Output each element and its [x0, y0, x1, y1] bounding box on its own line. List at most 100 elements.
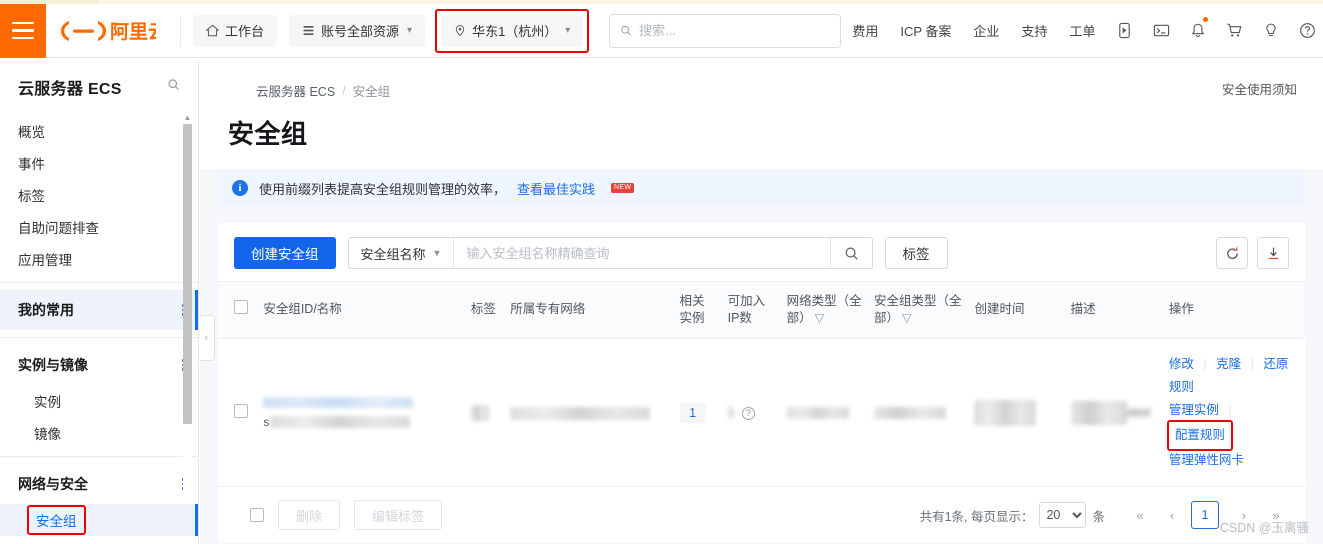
- sidebar-group-label: 我的常用: [18, 302, 74, 318]
- delete-button[interactable]: 删除: [278, 500, 341, 531]
- sidebar-item-self-troubleshoot[interactable]: 自助问题排查: [0, 211, 198, 243]
- col-description: 描述: [1064, 281, 1163, 339]
- scroll-up-icon[interactable]: ▲: [183, 112, 192, 123]
- sidebar-item-label: 实例: [34, 395, 61, 410]
- header-right-nav: 费用 ICP 备案 企业 支持 工单: [841, 17, 1323, 40]
- hamburger-icon[interactable]: [0, 3, 46, 58]
- sidebar-group-my-favorites[interactable]: 我的常用: [0, 290, 198, 330]
- sidebar-group-label: 网络与安全: [18, 476, 88, 492]
- sidebar-scrollbar[interactable]: ▲: [183, 112, 192, 544]
- search-icon: [845, 247, 858, 260]
- notification-bell-icon[interactable]: [1180, 17, 1216, 39]
- cloudshell-icon[interactable]: [1143, 22, 1180, 39]
- search-submit-button[interactable]: [829, 238, 872, 268]
- toolbar-actions: [1216, 237, 1289, 269]
- main-content: 云服务器 ECS / 安全组 安全组 安全使用须知 i 使用前缀列表提高安全组规…: [200, 59, 1323, 544]
- mobile-app-icon[interactable]: [1106, 22, 1143, 39]
- shopping-cart-icon[interactable]: [1216, 22, 1253, 39]
- footer-select-all-checkbox[interactable]: [250, 508, 264, 523]
- download-icon: [1268, 247, 1278, 259]
- sidebar-group-network-security[interactable]: 网络与安全: [0, 464, 198, 504]
- sidebar-divider: [0, 337, 198, 338]
- description-redacted: [1070, 400, 1127, 425]
- row-checkbox[interactable]: [234, 404, 248, 419]
- nav-fees[interactable]: 费用: [841, 21, 889, 40]
- action-clone[interactable]: 克隆: [1216, 357, 1241, 371]
- security-group-search-input[interactable]: [454, 238, 830, 268]
- related-instance-count[interactable]: 1: [679, 402, 706, 423]
- filter-field-label: 安全组名称: [360, 246, 426, 262]
- action-configure-rules-wrapper: 配置规则: [1166, 420, 1233, 452]
- filter-field-select[interactable]: 安全组名称 ▼: [349, 238, 455, 268]
- table-row[interactable]: s 1 1 ? ated 修改 | 克隆 | 还原规则 管理实例 | 配置规则 …: [218, 338, 1305, 488]
- resources-button[interactable]: 账号全部资源 ▾: [289, 14, 426, 47]
- nav-support[interactable]: 支持: [1010, 21, 1058, 40]
- vpc-redacted[interactable]: [510, 406, 651, 420]
- select-all-checkbox[interactable]: [234, 300, 248, 315]
- sidebar-item-eni[interactable]: 弹性网卡: [0, 536, 198, 544]
- nav-enterprise[interactable]: 企业: [962, 21, 1010, 40]
- action-manage-instances[interactable]: 管理实例: [1169, 403, 1219, 417]
- nav-ticket[interactable]: 工单: [1058, 21, 1106, 40]
- notification-dot: [1203, 17, 1209, 22]
- location-pin-icon: [455, 25, 465, 37]
- security-group-id-redacted[interactable]: [263, 396, 414, 408]
- sidebar-item-overview[interactable]: 概览: [0, 115, 198, 147]
- search-input[interactable]: [639, 23, 831, 38]
- sidebar-item-instance[interactable]: 实例: [0, 385, 198, 417]
- pagination-prev-button[interactable]: ‹: [1159, 502, 1185, 528]
- action-modify[interactable]: 修改: [1169, 357, 1194, 371]
- global-header: 阿里云 工作台 账号全部资源 ▾ 华东1（杭州） ▾: [0, 3, 1323, 58]
- question-circle-icon[interactable]: ?: [741, 406, 755, 420]
- breadcrumb-current: 安全组: [352, 85, 391, 99]
- actions-line-1: 修改 | 克隆 | 还原规则: [1169, 353, 1299, 399]
- action-manage-eni[interactable]: 管理弹性网卡: [1169, 453, 1244, 467]
- region-selector-wrapper: 华东1（杭州） ▾: [435, 8, 590, 53]
- col-network-type: 网络类型（全 部） ▽: [780, 281, 868, 339]
- sidebar-collapse-button[interactable]: ‹: [199, 315, 215, 361]
- filter-icon[interactable]: ▽: [902, 310, 912, 327]
- sidebar-item-security-group[interactable]: 安全组: [0, 504, 198, 536]
- sidebar-item-app-management[interactable]: 应用管理: [0, 243, 198, 275]
- tag-filter-button[interactable]: 标签: [884, 237, 948, 269]
- export-button[interactable]: [1257, 237, 1289, 269]
- left-sidebar: 云服务器 ECS 概览 事件 标签 自助问题排查 应用管理 我的常用 实例与镜像…: [0, 59, 199, 544]
- table-toolbar: 创建安全组 安全组名称 ▼ 标签: [218, 223, 1305, 281]
- home-icon: [206, 24, 219, 37]
- page-size-select[interactable]: 20 50 100: [1039, 502, 1087, 529]
- aliyun-logo[interactable]: 阿里云: [60, 18, 156, 44]
- cell-actions: 修改 | 克隆 | 还原规则 管理实例 | 配置规则 管理弹性网卡: [1162, 338, 1305, 488]
- page-header: 云服务器 ECS / 安全组 安全组: [200, 59, 1323, 169]
- pagination-current-page[interactable]: 1: [1191, 501, 1219, 530]
- filter-icon[interactable]: ▽: [815, 310, 825, 327]
- breadcrumb: 云服务器 ECS / 安全组: [228, 59, 1323, 100]
- sidebar-divider: [0, 456, 198, 457]
- sidebar-item-tags[interactable]: 标签: [0, 179, 198, 211]
- security-group-card: 创建安全组 安全组名称 ▼ 标签: [218, 223, 1305, 544]
- cell-group-type: [867, 338, 969, 488]
- cell-related-instances: 1: [673, 338, 722, 488]
- nav-icp[interactable]: ICP 备案: [889, 21, 962, 40]
- created-time-redacted: [974, 399, 1037, 426]
- action-configure-rules[interactable]: 配置规则: [1175, 428, 1225, 442]
- breadcrumb-separator: /: [342, 83, 346, 98]
- create-security-group-button[interactable]: 创建安全组: [234, 237, 336, 269]
- search-icon[interactable]: [167, 78, 180, 96]
- sidebar-item-events[interactable]: 事件: [0, 147, 198, 179]
- refresh-button[interactable]: [1216, 237, 1248, 269]
- idea-bulb-icon[interactable]: [1253, 22, 1289, 39]
- help-circle-icon[interactable]: [1289, 22, 1323, 39]
- pagination-first-button[interactable]: «: [1127, 502, 1153, 528]
- header-divider: [180, 15, 181, 46]
- cell-id-name: s: [257, 338, 465, 488]
- region-selector[interactable]: 华东1（杭州） ▾: [441, 14, 584, 47]
- edit-tags-button[interactable]: 编辑标签: [354, 500, 443, 531]
- security-usage-notice-link[interactable]: 安全使用须知: [1222, 79, 1297, 98]
- global-search[interactable]: [609, 13, 842, 48]
- best-practice-link[interactable]: 查看最佳实践: [517, 179, 595, 198]
- scrollbar-thumb[interactable]: [183, 124, 192, 424]
- workbench-button[interactable]: 工作台: [193, 14, 278, 47]
- sidebar-group-instances-images[interactable]: 实例与镜像: [0, 345, 198, 385]
- breadcrumb-root[interactable]: 云服务器 ECS: [256, 81, 335, 100]
- sidebar-item-image[interactable]: 镜像: [0, 417, 198, 449]
